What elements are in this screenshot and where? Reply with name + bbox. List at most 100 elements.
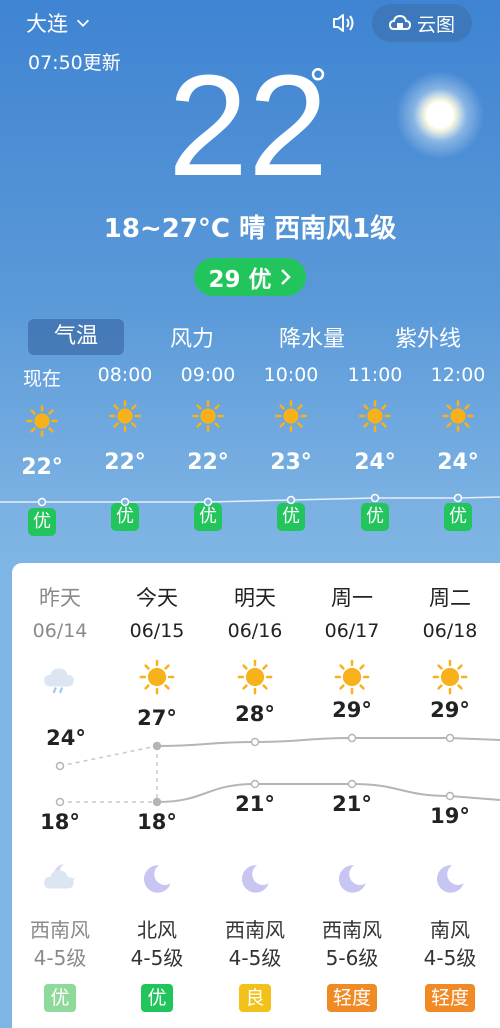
day-aqi-badge: 优	[141, 984, 173, 1012]
low-temp-point	[347, 779, 357, 789]
low-temp-point	[55, 797, 65, 807]
sun-icon	[334, 659, 370, 695]
hour-time: 现在	[22, 368, 61, 390]
aqi-button[interactable]: 29 优	[194, 258, 306, 296]
hour-temp: 22°	[21, 455, 63, 480]
hourly-point	[286, 495, 296, 505]
wind-level: 5-6级	[325, 946, 379, 970]
hour-time: 09:00	[180, 364, 236, 386]
sun-icon	[139, 659, 175, 695]
speaker-icon[interactable]	[330, 10, 356, 36]
hour-time: 11:00	[347, 364, 403, 386]
wind-level: 4-5级	[33, 946, 87, 970]
sun-icon	[442, 400, 474, 432]
daily-item[interactable]: 周一 06/17 西南风 5-6级 轻度	[304, 582, 400, 1012]
moon-icon	[143, 865, 171, 893]
chevron-down-icon	[76, 19, 90, 27]
city-name: 大连	[26, 12, 68, 36]
hour-temp: 24°	[354, 450, 396, 475]
daily-item[interactable]: 今天 06/15 北风 4-5级 优	[109, 582, 205, 1012]
high-temp: 29°	[430, 698, 470, 722]
wind-direction: 西南风	[225, 918, 285, 942]
hourly-point	[120, 497, 130, 507]
day-name: 周二	[429, 586, 471, 610]
daily-item[interactable]: 周二 06/18 南风 4-5级 轻度	[402, 582, 498, 1012]
low-temp-point	[445, 791, 455, 801]
hourly-curve	[0, 496, 500, 503]
moon-icon	[436, 865, 464, 893]
sun-icon	[432, 659, 468, 695]
wind-level: 4-5级	[423, 946, 477, 970]
hour-time: 08:00	[97, 364, 153, 386]
high-temp-point	[445, 733, 455, 743]
high-temp-point	[152, 741, 162, 751]
moon-icon	[338, 865, 366, 893]
current-temperature: 22	[168, 45, 329, 206]
city-selector[interactable]: 大连	[26, 8, 92, 38]
sun-icon	[192, 400, 224, 432]
wind-direction: 南风	[430, 918, 470, 942]
chevron-right-icon	[280, 269, 291, 285]
wind-direction: 西南风	[322, 918, 382, 942]
hourly-point	[203, 497, 213, 507]
tab-temperature[interactable]: 气温	[28, 319, 124, 355]
day-aqi-badge: 轻度	[326, 984, 377, 1012]
day-date: 06/14	[32, 620, 88, 642]
day-date: 06/15	[129, 620, 185, 642]
aqi-label: 29 优	[208, 267, 272, 293]
degree-symbol: °	[308, 62, 328, 108]
hourly-point	[370, 493, 380, 503]
wind-direction: 北风	[137, 918, 177, 942]
sun-icon	[237, 659, 273, 695]
hourly-temp-line	[0, 493, 500, 507]
cloud-map-button[interactable]: 云图	[372, 4, 472, 42]
day-date: 06/16	[227, 620, 283, 642]
day-aqi-badge: 轻度	[424, 984, 475, 1012]
wind-direction: 西南风	[30, 918, 90, 942]
sun-icon	[26, 405, 58, 437]
cloud-map-label: 云图	[416, 13, 455, 36]
hourly-point	[37, 497, 47, 507]
day-name: 周一	[331, 586, 373, 610]
hour-temp: 22°	[104, 450, 146, 475]
sun-icon	[359, 400, 391, 432]
hour-time: 10:00	[263, 364, 319, 386]
daily-temp-lines	[55, 733, 500, 807]
hour-temp: 23°	[270, 450, 312, 475]
day-date: 06/17	[324, 620, 380, 642]
low-temp-point	[152, 797, 162, 807]
cloudy-moon-icon	[44, 864, 75, 889]
sun-icon	[109, 400, 141, 432]
past-high-segment	[59, 745, 158, 767]
wind-level: 4-5级	[228, 946, 282, 970]
weather-summary: 18~27°C 晴 西南风1级	[103, 214, 397, 244]
sun-icon	[275, 400, 307, 432]
daily-item[interactable]: 昨天 06/14 西南风 4-5级 优	[12, 582, 108, 1012]
day-name: 今天	[136, 586, 178, 610]
cloud-map-icon	[388, 14, 411, 30]
tab-precipitation[interactable]: 降水量	[260, 321, 364, 353]
hour-temp: 24°	[437, 450, 479, 475]
low-temp-point	[250, 779, 260, 789]
daily-item[interactable]: 明天 06/16 西南风 4-5级 良	[207, 582, 303, 1012]
day-name: 昨天	[39, 586, 81, 610]
day-aqi-badge: 良	[239, 984, 271, 1012]
cloudy-icon	[44, 668, 74, 694]
sun-glow-icon	[396, 71, 484, 159]
high-temp-point	[250, 737, 260, 747]
day-name: 明天	[234, 586, 276, 610]
tab-wind[interactable]: 风力	[124, 321, 260, 353]
update-time: 07:50更新	[28, 52, 121, 74]
forecast-tabs: 气温 风力 降水量 紫外线	[28, 318, 492, 356]
wind-level: 4-5级	[130, 946, 184, 970]
moon-icon	[241, 865, 269, 893]
high-temp: 29°	[332, 698, 372, 722]
day-date: 06/18	[422, 620, 478, 642]
high-temp-point	[347, 733, 357, 743]
hourly-point	[453, 493, 463, 503]
tab-uv[interactable]: 紫外线	[364, 321, 492, 353]
hour-temp: 22°	[187, 450, 229, 475]
hour-time: 12:00	[430, 364, 486, 386]
high-temp-point	[55, 761, 65, 771]
day-aqi-badge: 优	[44, 984, 76, 1012]
